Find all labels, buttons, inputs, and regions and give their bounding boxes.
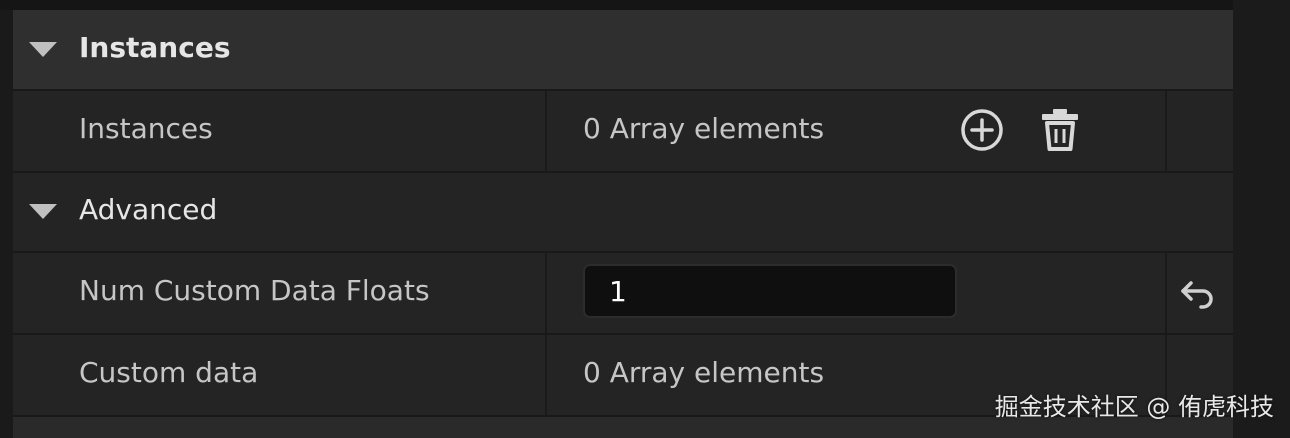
caret-down-icon[interactable] <box>29 204 57 219</box>
column-splitter[interactable] <box>545 253 547 333</box>
array-count-value: 0 Array elements <box>583 356 825 389</box>
details-panel-root: Instances Instances 0 Array elements Adv… <box>0 0 1290 438</box>
property-name: Num Custom Data Floats <box>79 274 430 307</box>
property-row-num-custom-data-floats: Num Custom Data Floats <box>13 253 1233 333</box>
reset-column-splitter <box>1165 91 1167 171</box>
column-splitter[interactable] <box>545 91 547 171</box>
watermark-text: 掘金技术社区 @ 侑虎科技 <box>994 393 1274 421</box>
reset-column-splitter <box>1165 253 1167 333</box>
category-advanced[interactable]: Advanced <box>13 173 1233 251</box>
property-name: Custom data <box>79 356 259 389</box>
category-label: Advanced <box>79 193 218 226</box>
top-border <box>0 0 1290 10</box>
num-custom-data-floats-input[interactable] <box>583 264 957 318</box>
scrollbar-gutter <box>1233 0 1290 438</box>
column-splitter[interactable] <box>545 335 547 415</box>
delete-all-icon[interactable] <box>1036 105 1084 153</box>
add-element-icon[interactable] <box>958 106 1006 154</box>
property-row-instances: Instances 0 Array elements <box>13 91 1233 171</box>
array-count-value: 0 Array elements <box>583 112 825 145</box>
category-instances[interactable]: Instances <box>13 10 1233 89</box>
category-label: Instances <box>79 31 231 64</box>
reset-to-default-icon[interactable] <box>1173 269 1221 317</box>
details-panel: Instances Instances 0 Array elements Adv… <box>13 10 1233 438</box>
caret-down-icon[interactable] <box>29 42 57 57</box>
property-name: Instances <box>79 112 213 145</box>
